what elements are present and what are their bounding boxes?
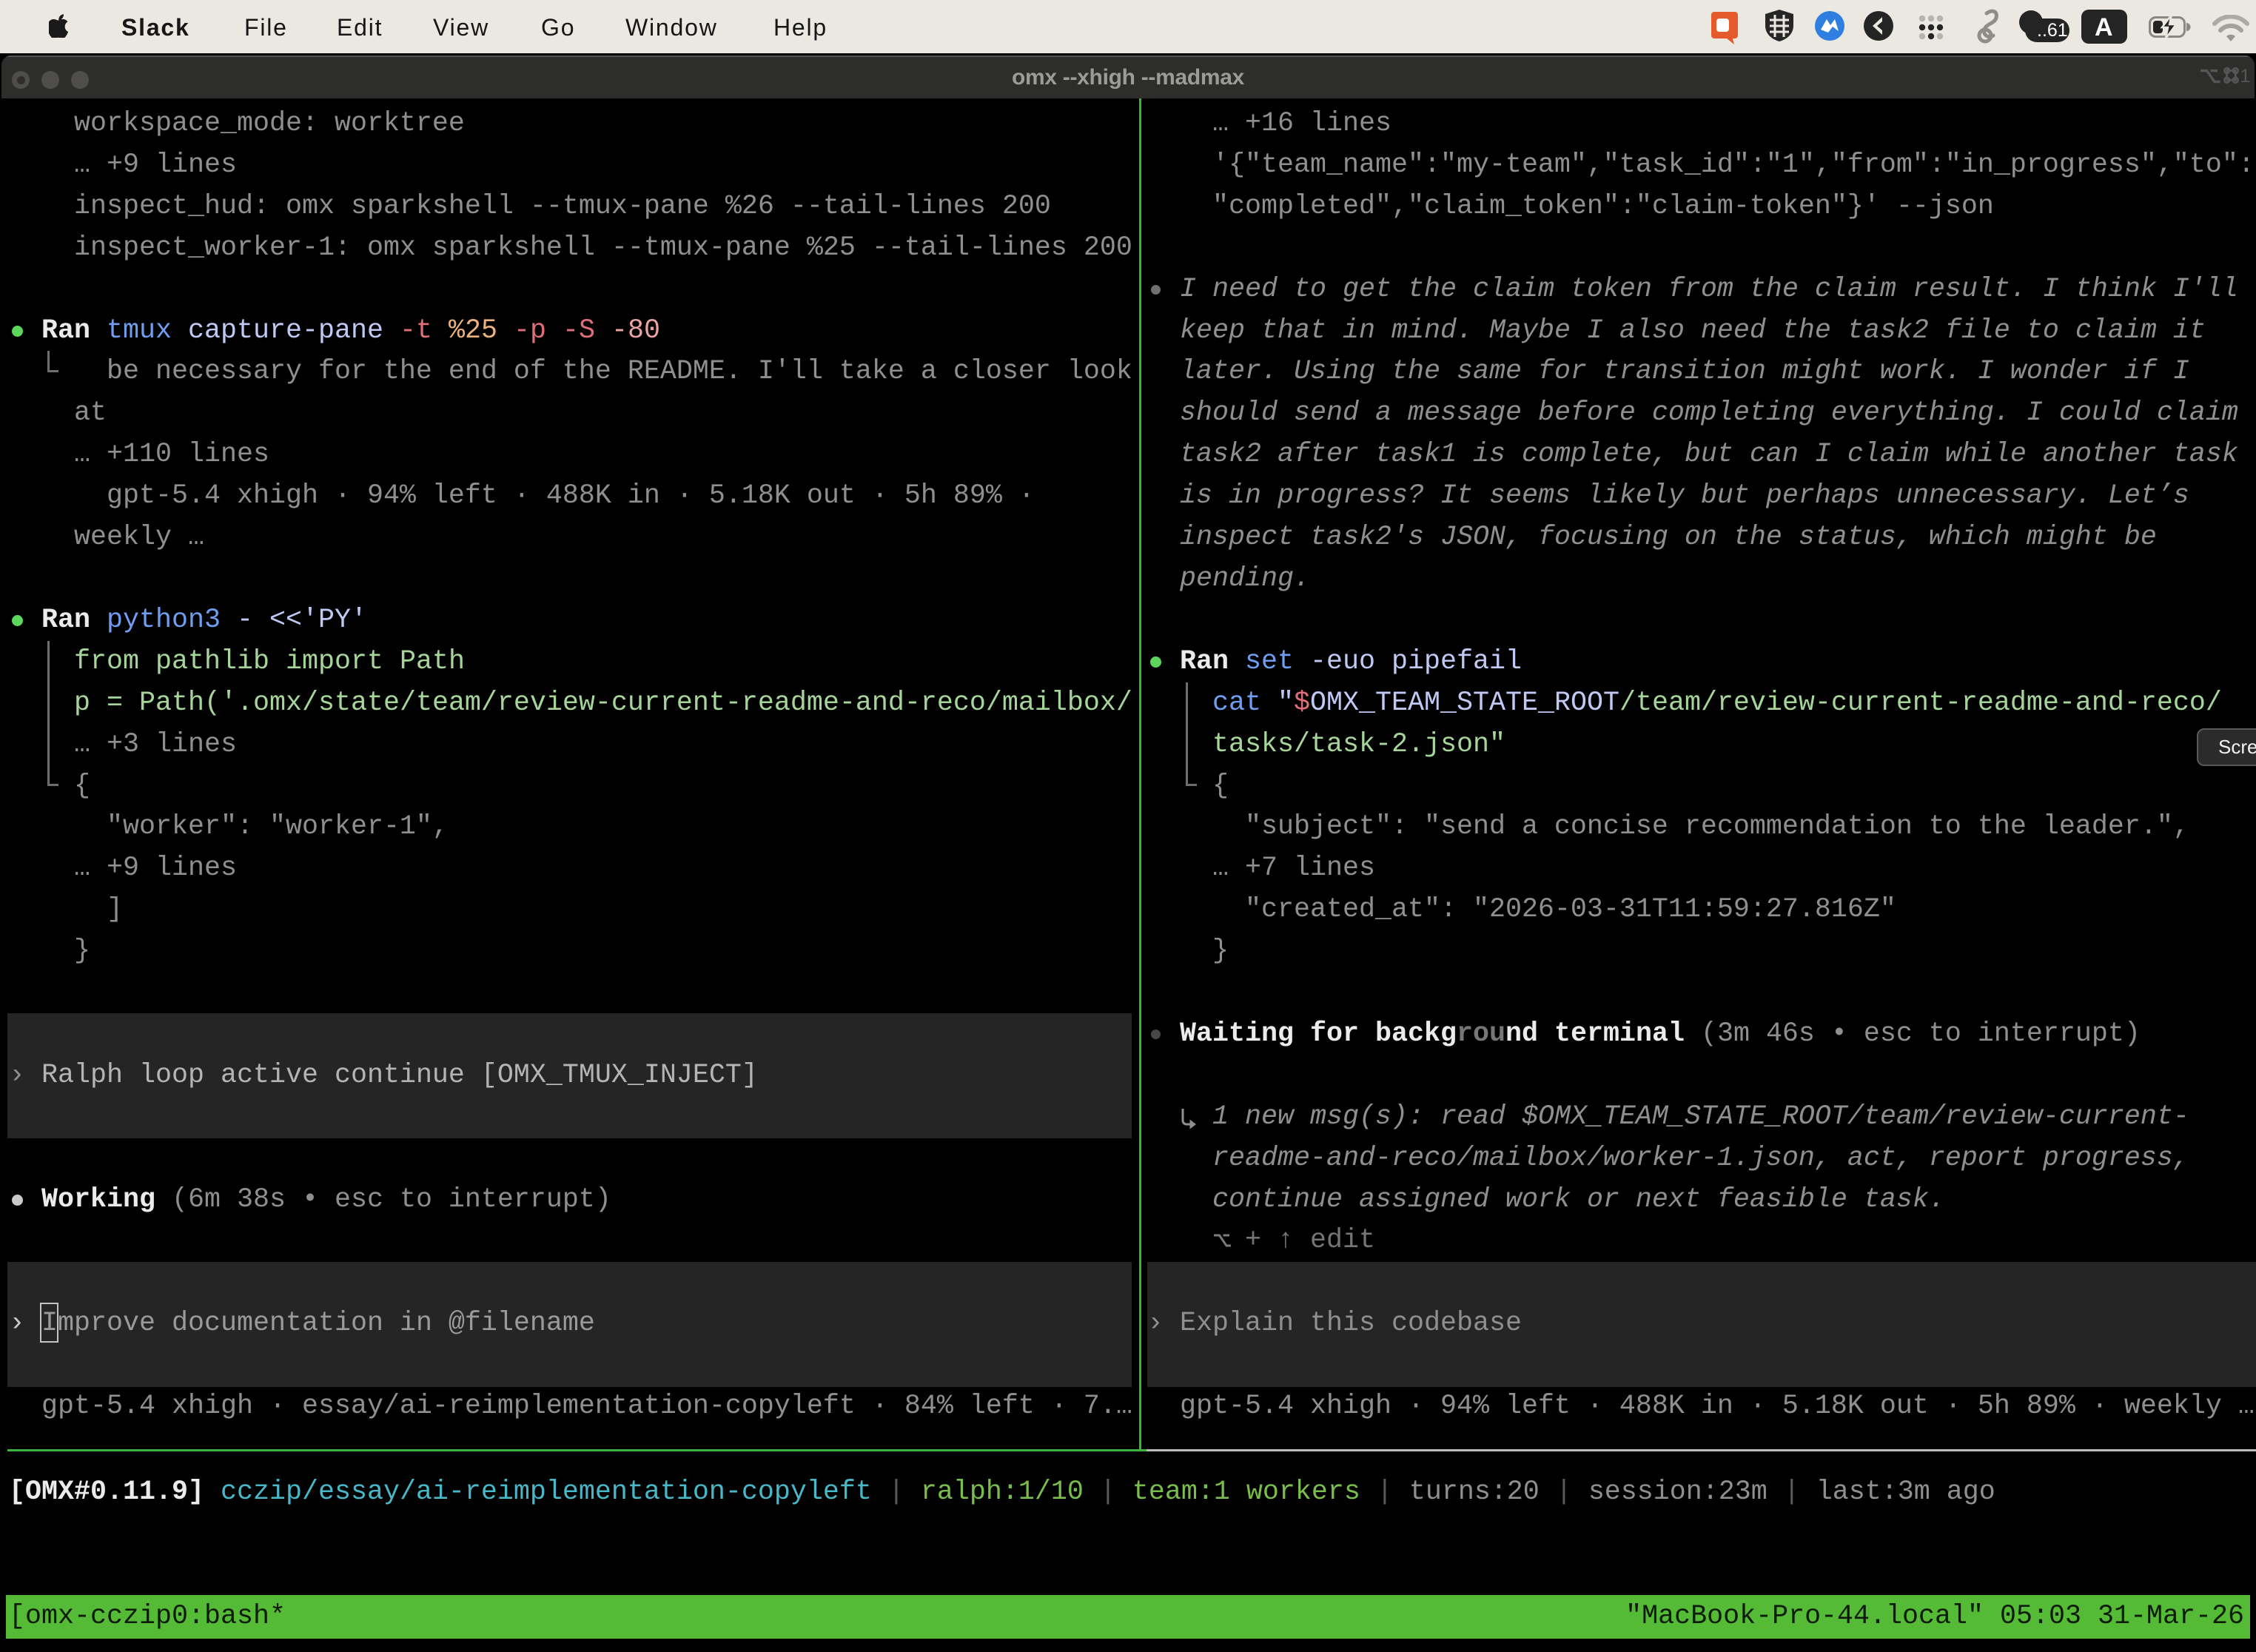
svg-text:..61: ..61 [2037,20,2068,41]
svg-text:1: 1 [2240,67,2251,86]
svg-text:A: A [2095,13,2113,41]
